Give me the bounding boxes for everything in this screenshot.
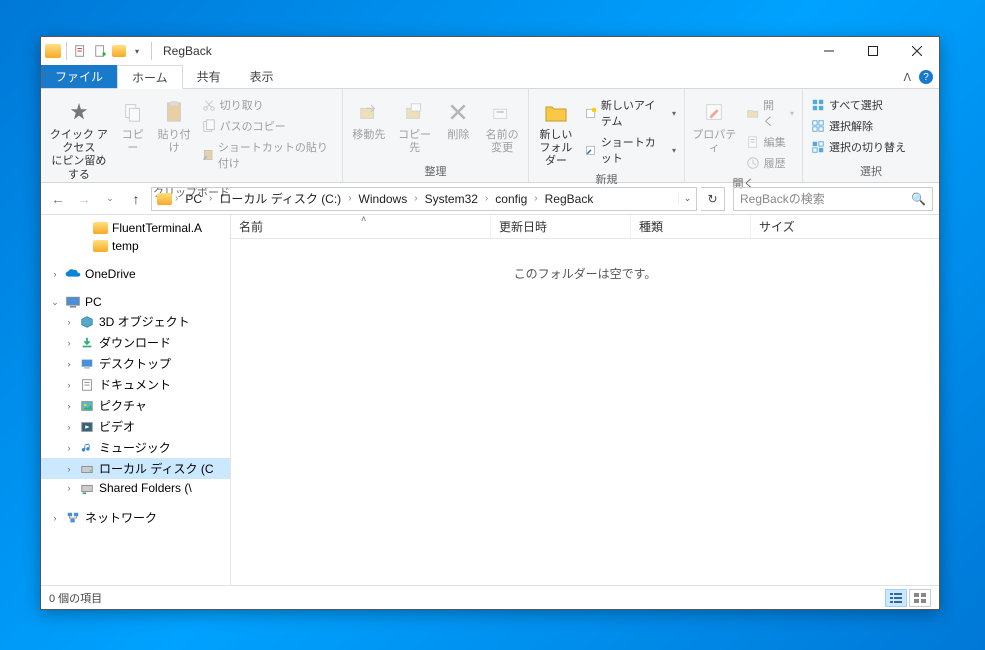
tree-network[interactable]: ›ネットワーク	[41, 507, 230, 528]
tree-documents[interactable]: ›ドキュメント	[41, 374, 230, 395]
ribbon: クイック アクセス にピン留めする コピー 貼り付け 切り取り パスのコピー シ…	[41, 89, 939, 183]
content-pane[interactable]: ˄ 名前 更新日時 種類 サイズ このフォルダーは空です。	[231, 215, 939, 585]
newfolder-button[interactable]: 新しい フォルダー	[535, 93, 577, 169]
sort-indicator-icon: ˄	[361, 215, 366, 224]
tree-3dobjects[interactable]: ›3D オブジェクト	[41, 311, 230, 332]
address-dropdown-icon[interactable]: ⌄	[678, 193, 696, 204]
tab-view[interactable]: 表示	[236, 65, 289, 88]
close-button[interactable]	[895, 37, 939, 65]
copy-path-button[interactable]: パスのコピー	[200, 116, 336, 136]
organize-group-label: 整理	[349, 161, 522, 182]
column-type[interactable]: 種類	[631, 215, 751, 238]
details-view-button[interactable]	[885, 589, 907, 607]
tab-file[interactable]: ファイル	[41, 65, 117, 88]
tree-temp[interactable]: temp	[41, 237, 230, 255]
history-button[interactable]: 履歴	[744, 153, 796, 173]
qat-properties-icon[interactable]	[72, 42, 90, 60]
crumb-windows[interactable]: Windows	[355, 192, 412, 206]
crumb-config[interactable]: config	[491, 192, 531, 206]
thumbnails-view-button[interactable]	[909, 589, 931, 607]
qat-newfolder-icon[interactable]	[92, 42, 110, 60]
tree-downloads[interactable]: ›ダウンロード	[41, 332, 230, 353]
copy-button[interactable]: コピー	[117, 93, 149, 155]
copyto-button[interactable]: コピー先	[395, 93, 435, 155]
paste-shortcut-button[interactable]: ショートカットの貼り付け	[200, 137, 336, 173]
rename-button[interactable]: 名前の 変更	[482, 93, 522, 155]
tab-share[interactable]: 共有	[183, 65, 236, 88]
window-controls	[807, 37, 939, 65]
forward-button[interactable]: →	[73, 188, 95, 210]
tab-home[interactable]: ホーム	[117, 65, 183, 89]
app-icon	[45, 44, 61, 58]
shortcut-button[interactable]: ショートカット▾	[583, 132, 678, 168]
tree-localdisk[interactable]: ›ローカル ディスク (C	[41, 458, 230, 479]
status-item-count: 0 個の項目	[49, 590, 102, 606]
crumb-pc[interactable]: PC	[181, 192, 206, 206]
edit-button[interactable]: 編集	[744, 132, 796, 152]
select-group-label: 選択	[809, 161, 933, 182]
refresh-button[interactable]: ↻	[701, 187, 725, 211]
tree-pictures[interactable]: ›ピクチャ	[41, 395, 230, 416]
tree-desktop[interactable]: ›デスクトップ	[41, 353, 230, 374]
address-bar[interactable]: › PC› ローカル ディスク (C:)› Windows› System32›…	[151, 187, 697, 211]
search-icon[interactable]: 🔍	[911, 192, 926, 206]
empty-folder-message: このフォルダーは空です。	[231, 239, 939, 282]
cut-button[interactable]: 切り取り	[200, 95, 336, 115]
minimize-button[interactable]	[807, 37, 851, 65]
qat-separator-2	[151, 42, 152, 60]
tree-pc[interactable]: ⌄PC	[41, 293, 230, 311]
quick-access-toolbar: ▾	[41, 42, 155, 60]
paste-button[interactable]: 貼り付け	[155, 93, 194, 155]
moveto-button[interactable]: 移動先	[349, 93, 389, 142]
qat-dropdown-icon[interactable]: ▾	[128, 42, 146, 60]
address-row: ← → ⌄ ↑ › PC› ローカル ディスク (C:)› Windows› S…	[41, 183, 939, 215]
new-item-button[interactable]: 新しいアイテム▾	[583, 95, 678, 131]
open-button[interactable]: 開く▾	[744, 95, 796, 131]
search-input[interactable]: RegBackの検索 🔍	[733, 187, 933, 211]
crumb-regback[interactable]: RegBack	[541, 192, 598, 206]
tree-music[interactable]: ›ミュージック	[41, 437, 230, 458]
ribbon-tabs: ファイル ホーム 共有 表示 ᐱ ?	[41, 65, 939, 89]
up-button[interactable]: ↑	[125, 188, 147, 210]
tree-videos[interactable]: ›ビデオ	[41, 416, 230, 437]
properties-button[interactable]: プロパティ	[691, 93, 738, 155]
crumb-system32[interactable]: System32	[421, 192, 482, 206]
maximize-button[interactable]	[851, 37, 895, 65]
help-icon[interactable]: ?	[919, 70, 933, 84]
crumb-localdisk[interactable]: ローカル ディスク (C:)	[215, 190, 345, 207]
qat-separator	[66, 42, 67, 60]
column-headers: ˄ 名前 更新日時 種類 サイズ	[231, 215, 939, 239]
tree-sharedfolders[interactable]: ›Shared Folders (\	[41, 479, 230, 497]
back-button[interactable]: ←	[47, 188, 69, 210]
invert-selection-button[interactable]: 選択の切り替え	[809, 137, 908, 157]
select-none-button[interactable]: 選択解除	[809, 116, 908, 136]
column-modified[interactable]: 更新日時	[491, 215, 631, 238]
qat-folder-icon[interactable]	[112, 45, 126, 57]
select-all-button[interactable]: すべて選択	[809, 95, 908, 115]
statusbar: 0 個の項目	[41, 585, 939, 609]
navigation-pane[interactable]: FluentTerminal.A temp ›OneDrive ⌄PC ›3D …	[41, 215, 231, 585]
recent-dropdown-icon[interactable]: ⌄	[99, 188, 121, 210]
collapse-ribbon-icon[interactable]: ᐱ	[903, 71, 911, 84]
explorer-window: ▾ RegBack ファイル ホーム 共有 表示 ᐱ ?	[40, 36, 940, 610]
delete-button[interactable]: 削除	[441, 93, 477, 142]
pin-to-quick-access-button[interactable]: クイック アクセス にピン留めする	[47, 93, 111, 182]
window-title: RegBack	[163, 44, 212, 58]
column-size[interactable]: サイズ	[751, 215, 939, 238]
tree-fluentterminal[interactable]: FluentTerminal.A	[41, 219, 230, 237]
titlebar: ▾ RegBack	[41, 37, 939, 65]
tree-onedrive[interactable]: ›OneDrive	[41, 265, 230, 283]
search-placeholder: RegBackの検索	[740, 190, 825, 207]
main-area: FluentTerminal.A temp ›OneDrive ⌄PC ›3D …	[41, 215, 939, 585]
